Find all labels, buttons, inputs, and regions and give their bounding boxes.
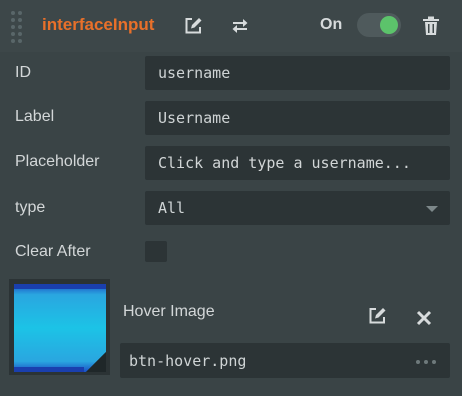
- drag-handle-icon[interactable]: [10, 11, 24, 45]
- edit-icon[interactable]: [180, 13, 206, 39]
- trash-icon[interactable]: [418, 13, 444, 39]
- placeholder-label: Placeholder: [15, 153, 100, 170]
- id-input[interactable]: username: [145, 56, 450, 90]
- hover-image-filename: btn-hover.png: [129, 352, 247, 370]
- placeholder-input[interactable]: Click and type a username...: [145, 146, 450, 180]
- toggle-knob: [380, 16, 398, 34]
- hover-image-thumbnail[interactable]: [14, 284, 106, 372]
- clear-after-checkbox[interactable]: [145, 241, 167, 262]
- id-label: ID: [15, 64, 31, 81]
- component-title: interfaceInput: [42, 15, 155, 34]
- toggle-label: On: [320, 16, 343, 33]
- enabled-toggle[interactable]: [357, 13, 401, 37]
- label-label: Label: [15, 108, 55, 125]
- type-select-value: All: [158, 199, 186, 217]
- more-icon[interactable]: [416, 360, 436, 364]
- hover-image-file-field[interactable]: btn-hover.png: [120, 343, 450, 378]
- component-panel: interfaceInput On ID username Label User…: [0, 0, 462, 396]
- hover-image-label: Hover Image: [123, 303, 215, 320]
- type-label: type: [15, 199, 46, 216]
- chevron-down-icon: [426, 206, 438, 212]
- label-input[interactable]: Username: [145, 101, 450, 135]
- edit-icon[interactable]: [364, 303, 390, 329]
- type-select[interactable]: All: [145, 191, 450, 225]
- swap-icon[interactable]: [227, 13, 253, 39]
- close-icon[interactable]: [411, 305, 437, 331]
- clear-after-label: Clear After: [15, 243, 91, 260]
- panel-header: interfaceInput On: [0, 0, 462, 52]
